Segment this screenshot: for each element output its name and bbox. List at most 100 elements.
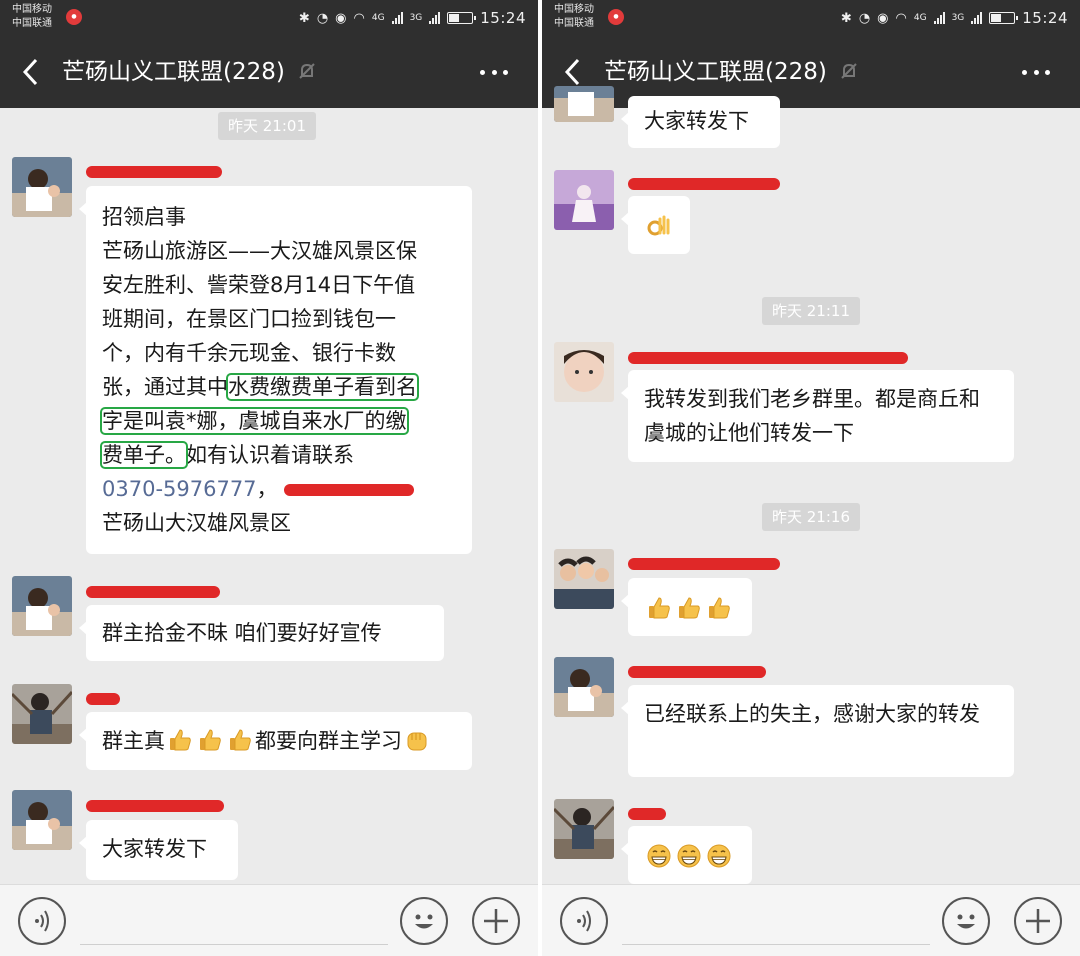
voice-input-button[interactable] xyxy=(18,897,66,945)
message-bubble[interactable] xyxy=(621,826,752,884)
thumbs-up-emoji-icon xyxy=(170,729,191,751)
add-attachment-button[interactable] xyxy=(472,897,520,945)
sender-name-redacted xyxy=(628,666,766,678)
avatar[interactable] xyxy=(554,657,614,717)
network-4g-label: 4G xyxy=(371,13,385,23)
smiley-icon xyxy=(957,914,975,929)
avatar[interactable] xyxy=(12,576,72,636)
chat-screen-left: 中国移动 中国联通 ● ✱ ◔ ◉ ◠ 4G 3G 15:24 芒砀山义工联盟(… xyxy=(0,0,538,956)
input-bar xyxy=(542,884,1080,956)
redacted-phone xyxy=(283,484,414,496)
message-input[interactable] xyxy=(80,899,388,945)
alarm-icon: ◔ xyxy=(858,10,871,26)
sender-name-redacted xyxy=(86,586,220,598)
message-bubble[interactable] xyxy=(621,196,690,254)
avatar[interactable] xyxy=(12,157,72,217)
network-3g-label: 3G xyxy=(951,13,965,23)
message-bubble[interactable]: 大家转发下 xyxy=(621,96,780,148)
alarm-icon: ◔ xyxy=(316,10,329,26)
chat-title: 芒砀山义工联盟(228) xyxy=(604,56,859,90)
smiley-icon xyxy=(415,914,433,929)
avatar[interactable] xyxy=(554,170,614,230)
message-input[interactable] xyxy=(622,899,930,945)
signal-bars-icon xyxy=(429,12,441,24)
wifi-icon: ◠ xyxy=(895,10,907,26)
chat-header: 芒砀山义工联盟(228) xyxy=(0,36,538,108)
fist-emoji-icon xyxy=(407,732,427,751)
message-bubble[interactable]: 已经联系上的失主，感谢大家的转发 xyxy=(621,685,1014,777)
ok-hand-emoji-icon xyxy=(647,215,670,236)
message-bubble[interactable]: 群主拾金不昧 咱们要好好宣传 xyxy=(79,605,444,661)
sender-name-redacted xyxy=(628,178,780,190)
message-bubble[interactable]: 我转发到我们老乡群里。都是商丘和虞城的让他们转发一下 xyxy=(621,370,1014,462)
sender-name-redacted xyxy=(628,808,666,820)
mute-bell-icon xyxy=(839,58,859,90)
thumbs-up-emoji-icon xyxy=(709,597,730,619)
timestamp: 昨天 21:11 xyxy=(762,297,860,325)
network-4g-label: 4G xyxy=(913,13,927,23)
thumbs-up-emoji-icon xyxy=(679,597,700,619)
status-bar: 中国移动 中国联通 ● ✱ ◔ ◉ ◠ 4G 3G 15:24 xyxy=(542,0,1080,36)
timestamp: 昨天 21:01 xyxy=(218,112,316,140)
avatar[interactable] xyxy=(12,790,72,850)
eye-icon: ◉ xyxy=(335,10,347,26)
sender-name-redacted xyxy=(628,352,908,364)
bluetooth-icon: ✱ xyxy=(298,10,310,26)
input-bar xyxy=(0,884,538,956)
more-options-icon[interactable] xyxy=(480,70,508,76)
status-icons: ✱ ◔ ◉ ◠ 4G 3G 15:24 xyxy=(841,7,1068,29)
status-icons: ✱ ◔ ◉ ◠ 4G 3G 15:24 xyxy=(299,7,526,29)
add-attachment-button[interactable] xyxy=(1014,897,1062,945)
back-arrow-icon[interactable] xyxy=(560,56,584,88)
thumbs-up-emoji-icon xyxy=(200,729,221,751)
message-bubble[interactable]: 大家转发下 xyxy=(79,820,238,880)
voice-icon xyxy=(577,910,591,932)
sender-name-redacted xyxy=(86,166,222,178)
grin-emoji-icon xyxy=(647,844,671,868)
status-time: 15:24 xyxy=(1022,9,1068,27)
grin-emoji-icon xyxy=(707,844,731,868)
battery-icon xyxy=(447,12,477,24)
thumbs-up-emoji-icon xyxy=(649,597,670,619)
message-bubble[interactable]: 招领启事 芒砀山旅游区——大汉雄风景区保 安左胜利、訾荣登8月14日下午值 班期… xyxy=(79,186,472,554)
notice-title: 招领启事 xyxy=(102,205,186,229)
grin-emoji-icon xyxy=(677,844,701,868)
sender-name-redacted xyxy=(86,800,224,812)
avatar[interactable] xyxy=(554,799,614,859)
plus-icon xyxy=(484,909,508,933)
emoji-button[interactable] xyxy=(942,897,990,945)
chat-title: 芒砀山义工联盟(228) xyxy=(62,56,317,90)
wifi-icon: ◠ xyxy=(353,10,365,26)
chat-screen-right: 中国移动 中国联通 ● ✱ ◔ ◉ ◠ 4G 3G 15:24 芒砀山义工联盟(… xyxy=(542,0,1080,956)
voice-input-button[interactable] xyxy=(560,897,608,945)
signal-bars-icon xyxy=(971,12,983,24)
status-time: 15:24 xyxy=(480,9,526,27)
notification-icon: ● xyxy=(608,9,624,25)
voice-icon xyxy=(35,910,49,932)
avatar[interactable] xyxy=(12,684,72,744)
chat-header: 芒砀山义工联盟(228) xyxy=(542,36,1080,108)
avatar[interactable] xyxy=(554,342,614,402)
mute-bell-icon xyxy=(297,58,317,90)
timestamp: 昨天 21:16 xyxy=(762,503,860,531)
phone-link[interactable]: 0370-5976777 xyxy=(102,477,257,501)
sender-name-redacted xyxy=(86,693,120,705)
highlighted-text: 费单子。 xyxy=(100,441,188,469)
highlighted-text: 水费缴费单子看到名 xyxy=(226,373,419,401)
notification-icon: ● xyxy=(66,9,82,25)
emoji-button[interactable] xyxy=(400,897,448,945)
message-bubble[interactable]: 群主真 都要向群主学习 xyxy=(79,712,472,770)
back-arrow-icon[interactable] xyxy=(18,56,42,88)
avatar[interactable] xyxy=(554,86,614,122)
eye-icon: ◉ xyxy=(877,10,889,26)
message-bubble[interactable] xyxy=(621,578,752,636)
more-options-icon[interactable] xyxy=(1022,70,1050,76)
highlighted-text: 字是叫袁*娜，虞城自来水厂的缴 xyxy=(100,407,409,435)
signal-bars-icon xyxy=(933,12,945,24)
avatar[interactable] xyxy=(554,549,614,609)
signal-bars-icon xyxy=(391,12,403,24)
sender-name-redacted xyxy=(628,558,780,570)
status-bar: 中国移动 中国联通 ● ✱ ◔ ◉ ◠ 4G 3G 15:24 xyxy=(0,0,538,36)
battery-icon xyxy=(989,12,1019,24)
bluetooth-icon: ✱ xyxy=(840,10,852,26)
